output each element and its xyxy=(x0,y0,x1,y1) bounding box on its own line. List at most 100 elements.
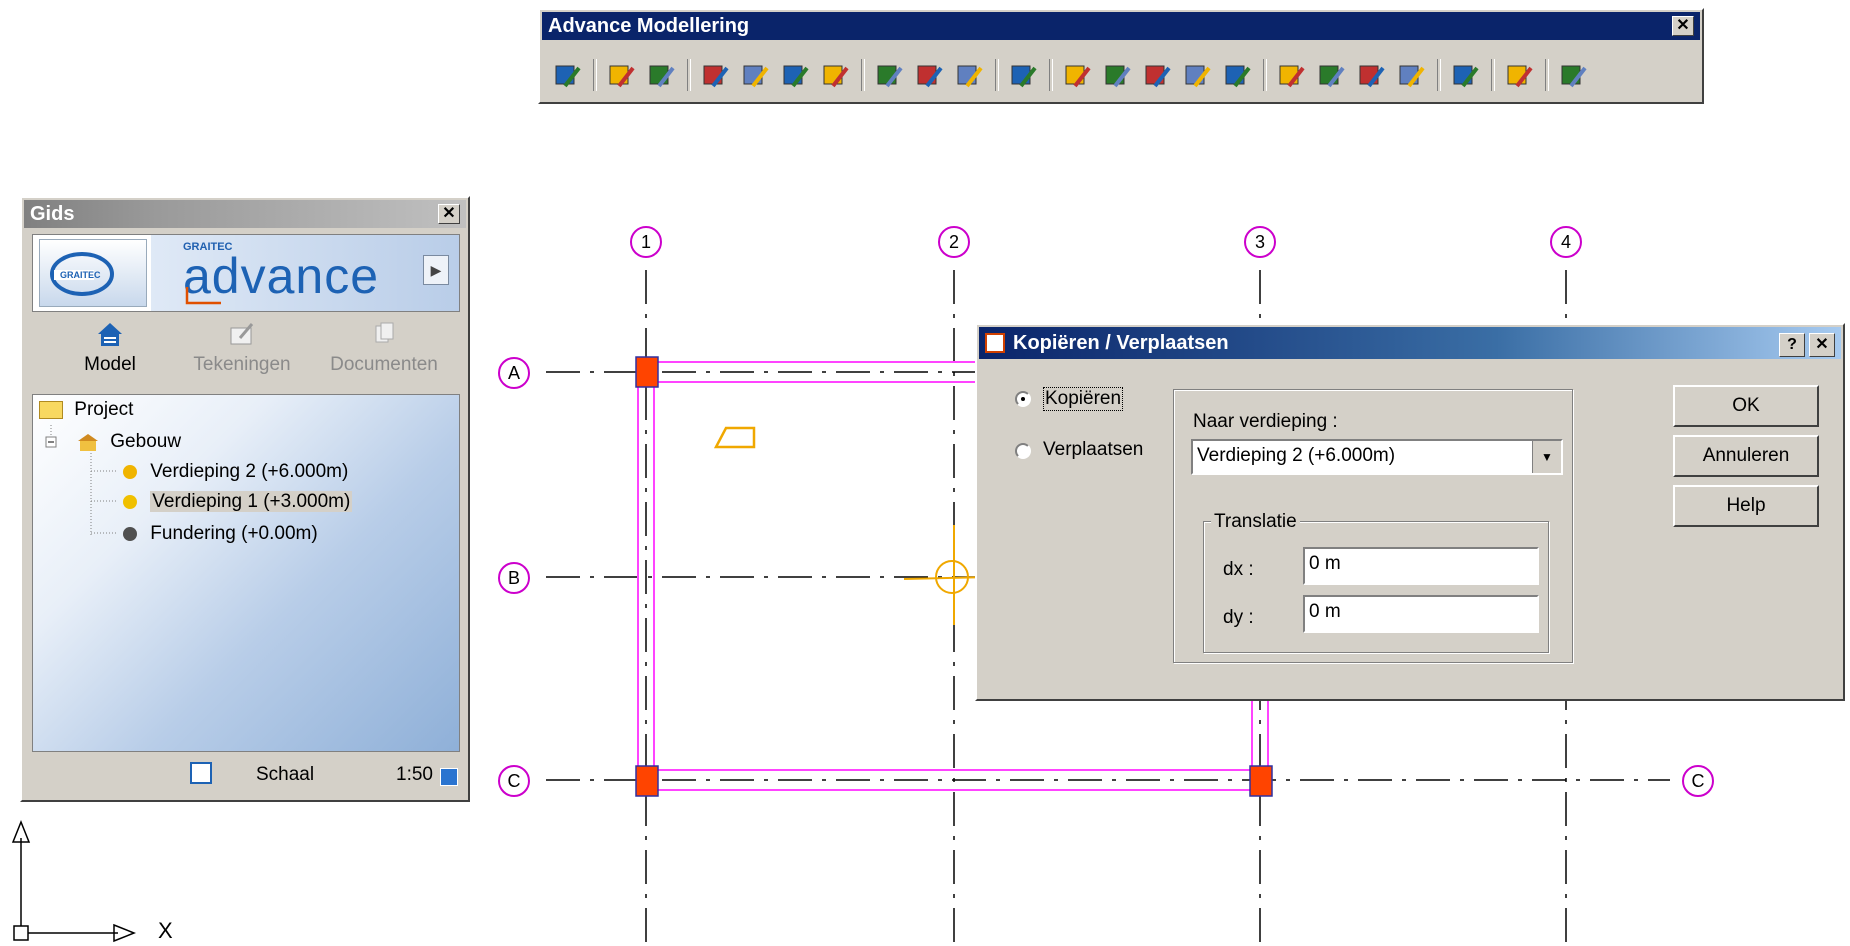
folder-icon xyxy=(39,400,63,419)
building-icon xyxy=(77,433,99,451)
cut-icon[interactable] xyxy=(1223,60,1253,90)
graitec-banner: GRAITEC GRAITEC advance ▶ xyxy=(32,234,460,312)
toolbar-separator xyxy=(1049,59,1053,91)
axis-label-c: C xyxy=(507,771,521,791)
annuleren-button[interactable]: Annuleren xyxy=(1673,435,1819,477)
axis-bubble-b: B xyxy=(498,562,530,594)
axis-label-1: 1 xyxy=(640,232,651,252)
model-icon[interactable] xyxy=(607,60,637,90)
dropdown-arrow-icon[interactable]: ▼ xyxy=(1532,441,1561,473)
roof-icon[interactable] xyxy=(875,60,905,90)
tree-label-gebouw: Gebouw xyxy=(110,431,182,452)
kopieren-verplaatsen-dialog: Kopiëren / Verplaatsen ? ✕ Kopiëren Verp… xyxy=(975,323,1845,701)
copy-icon[interactable] xyxy=(1317,60,1347,90)
toolbar-separator xyxy=(593,59,597,91)
tab-model[interactable]: Model xyxy=(40,320,180,376)
dx-input[interactable]: 0 m xyxy=(1303,547,1539,585)
ok-button[interactable]: OK xyxy=(1673,385,1819,427)
dialog-close-button[interactable]: ✕ xyxy=(1809,333,1835,357)
translatie-frame xyxy=(1203,521,1549,653)
tree-item-fundering[interactable]: Fundering (+0.00m) xyxy=(123,523,318,545)
banner-expand-button[interactable]: ▶ xyxy=(423,255,449,285)
dy-input[interactable]: 0 m xyxy=(1303,595,1539,633)
opening-icon[interactable] xyxy=(1277,60,1307,90)
connect-icon[interactable] xyxy=(1063,60,1093,90)
tab-model-label: Model xyxy=(84,354,136,375)
tab-tekeningen-label: Tekeningen xyxy=(193,354,291,375)
extend-icon[interactable] xyxy=(1183,60,1213,90)
stair-icon[interactable] xyxy=(1397,60,1427,90)
axis-bubble-2: 2 xyxy=(938,226,970,258)
toolbar-separator xyxy=(1491,59,1495,91)
radio-verplaatsen[interactable] xyxy=(1015,443,1031,459)
refresh-icon[interactable] xyxy=(1505,60,1535,90)
project-tree: Project Gebouw Verdieping 2 (+6.000m) Ve… xyxy=(32,394,460,752)
tree-label-verdieping-2: Verdieping 2 (+6.000m) xyxy=(150,461,349,482)
layers-icon[interactable] xyxy=(647,60,677,90)
gids-close-icon[interactable]: ✕ xyxy=(438,204,460,224)
properties-icon[interactable] xyxy=(553,60,583,90)
column-c3 xyxy=(1249,765,1273,797)
tab-documenten[interactable]: Documenten xyxy=(314,320,454,376)
slab-marker xyxy=(713,426,756,449)
slab-icon[interactable] xyxy=(915,60,945,90)
drawings-icon xyxy=(228,320,256,348)
tree-item-gebouw[interactable]: Gebouw xyxy=(77,431,181,453)
dialog-help-question-button[interactable]: ? xyxy=(1779,333,1805,357)
beam-icon[interactable] xyxy=(781,60,811,90)
tab-tekeningen[interactable]: Tekeningen xyxy=(172,320,312,376)
axis-label-3: 3 xyxy=(1254,232,1265,252)
column-icon[interactable] xyxy=(741,60,771,90)
tree-item-verdieping-2[interactable]: Verdieping 2 (+6.000m) xyxy=(123,461,348,483)
grid-icon[interactable] xyxy=(701,60,731,90)
house-icon[interactable] xyxy=(1451,60,1481,90)
toolbar-separator xyxy=(1263,59,1267,91)
toolbar-separator xyxy=(1545,59,1549,91)
toolbar-separator xyxy=(687,59,691,91)
column-c1 xyxy=(635,765,659,797)
toolbar-close-icon[interactable]: ✕ xyxy=(1672,16,1694,36)
axis-bubble-4: 4 xyxy=(1550,226,1582,258)
schaal-label: Schaal xyxy=(256,764,315,785)
tree-label-project: Project xyxy=(74,399,134,420)
scale-icon[interactable] xyxy=(190,762,212,784)
axis-bubble-c-right: C xyxy=(1682,765,1714,797)
toolbar-separator xyxy=(995,59,999,91)
ucs-icon xyxy=(11,819,137,943)
model-building-icon xyxy=(96,320,124,348)
axis-bubble-3: 3 xyxy=(1244,226,1276,258)
foundation-icon[interactable] xyxy=(955,60,985,90)
tree-label-fundering: Fundering (+0.00m) xyxy=(150,523,318,544)
svg-text:GRAITEC: GRAITEC xyxy=(60,270,101,280)
naar-verdieping-select[interactable]: Verdieping 2 (+6.000m) ▼ xyxy=(1191,439,1563,475)
trim-icon[interactable] xyxy=(1103,60,1133,90)
section-icon[interactable] xyxy=(1357,60,1387,90)
tree-item-verdieping-1[interactable]: Verdieping 1 (+3.000m) xyxy=(123,491,353,513)
align-icon[interactable] xyxy=(1143,60,1173,90)
wall-icon[interactable] xyxy=(821,60,851,90)
help-button[interactable]: Help xyxy=(1673,485,1819,527)
column-a1 xyxy=(635,356,659,388)
scale-dropdown-icon[interactable] xyxy=(440,768,458,786)
gids-title[interactable]: Gids xyxy=(24,200,466,228)
radio-kopieren-label[interactable]: Kopiëren xyxy=(1043,387,1124,411)
gids-panel: Gids ✕ GRAITEC GRAITEC advance ▶ Model T… xyxy=(20,196,470,802)
check-icon[interactable] xyxy=(1559,60,1589,90)
schaal-value[interactable]: 1:50 xyxy=(396,764,433,786)
axis-label-a: A xyxy=(507,363,520,383)
radio-verplaatsen-label[interactable]: Verplaatsen xyxy=(1043,439,1143,461)
toolbar-separator xyxy=(1437,59,1441,91)
line-load-icon[interactable] xyxy=(1009,60,1039,90)
translatie-label: Translatie xyxy=(1211,511,1300,533)
dx-label: dx : xyxy=(1223,559,1254,580)
dialog-app-icon xyxy=(985,333,1005,353)
naar-verdieping-value: Verdieping 2 (+6.000m) xyxy=(1197,445,1396,466)
ucs-x-label: X xyxy=(158,918,173,943)
schaal-row: Schaal 1:50 xyxy=(32,754,458,794)
toolbar-title[interactable]: Advance Modellering xyxy=(542,12,1700,40)
graitec-logo-icon: GRAITEC xyxy=(39,239,147,307)
level-icon xyxy=(123,494,137,509)
dialog-title[interactable]: Kopiëren / Verplaatsen xyxy=(979,327,1841,359)
tree-item-project[interactable]: Project xyxy=(39,399,133,421)
radio-kopieren[interactable] xyxy=(1015,391,1031,407)
